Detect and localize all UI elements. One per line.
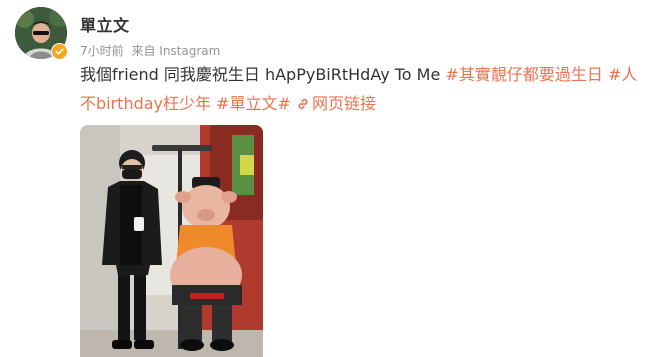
web-link[interactable]: 网页链接 [296, 94, 376, 113]
post-source: 来自 Instagram [131, 44, 221, 58]
post-text: 我個friend 同我慶祝生日 hApPyBiRtHdAy To Me #其實靚… [80, 60, 640, 120]
hashtag-link[interactable]: #其實靚仔都要過生日 [445, 65, 602, 84]
web-link-label: 网页链接 [312, 94, 377, 113]
post-photo[interactable] [80, 125, 263, 357]
username[interactable]: 單立文 [80, 12, 130, 36]
link-icon [296, 91, 310, 120]
verified-badge-icon [51, 43, 68, 60]
hashtag-link[interactable]: #單立文# [216, 94, 291, 113]
post-meta: 7小时前 来自 Instagram [80, 42, 224, 59]
post-text-segment: 我個friend 同我慶祝生日 hApPyBiRtHdAy To Me [80, 65, 446, 84]
post-photo-image [80, 125, 263, 357]
post-time[interactable]: 7小时前 [80, 44, 124, 58]
